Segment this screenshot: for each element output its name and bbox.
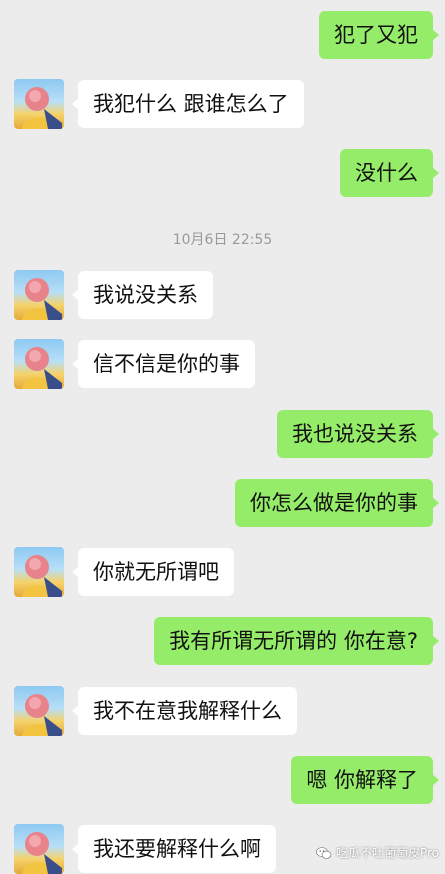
avatar[interactable] (14, 547, 64, 597)
avatar[interactable] (14, 686, 64, 736)
message-bubble-outgoing[interactable]: 没什么 (340, 149, 439, 197)
message-bubble-outgoing[interactable]: 我也说没关系 (277, 410, 439, 458)
chat-view: 犯了又犯 我犯什么 跟谁怎么了 没什么 10月6日 22:55 我说没关系 信不… (0, 0, 445, 874)
message-bubble-outgoing[interactable]: 犯了又犯 (319, 11, 439, 59)
avatar[interactable] (14, 79, 64, 129)
watermark-text: 吃瓜不吐葡萄皮Pro (335, 846, 439, 860)
message-bubble-incoming[interactable]: 你就无所谓吧 (72, 548, 234, 596)
message-bubble-outgoing[interactable]: 嗯 你解释了 (291, 756, 439, 804)
message-bubble-incoming[interactable]: 我不在意我解释什么 (72, 687, 297, 735)
avatar[interactable] (14, 824, 64, 874)
message-bubble-outgoing[interactable]: 我有所谓无所谓的 你在意? (154, 617, 439, 665)
message-bubble-incoming[interactable]: 我还要解释什么啊 (72, 825, 276, 873)
message-bubble-incoming[interactable]: 我犯什么 跟谁怎么了 (72, 80, 304, 128)
message-bubble-incoming[interactable]: 我说没关系 (72, 271, 213, 319)
message-bubble-incoming[interactable]: 信不信是你的事 (72, 340, 255, 388)
wechat-icon (316, 846, 332, 860)
avatar[interactable] (14, 339, 64, 389)
message-bubble-outgoing[interactable]: 你怎么做是你的事 (235, 479, 439, 527)
watermark: 吃瓜不吐葡萄皮Pro (316, 844, 439, 861)
message-timestamp: 10月6日 22:55 (172, 232, 273, 248)
avatar[interactable] (14, 270, 64, 320)
